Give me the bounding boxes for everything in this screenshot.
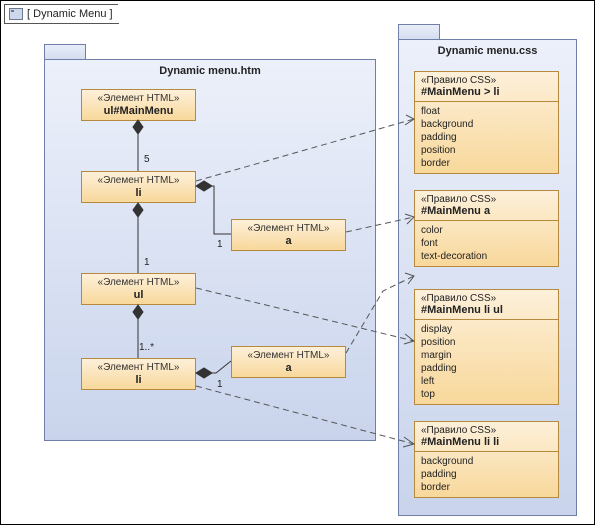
rule-mainmenu-li-li[interactable]: «Правило CSS»#MainMenu li li backgroundp… [414, 421, 559, 498]
frame-title: [ Dynamic Menu ] [27, 8, 113, 20]
class-li-2[interactable]: «Элемент HTML» li [81, 358, 196, 390]
package-htm-title: Dynamic menu.htm [45, 60, 375, 82]
package-css-title: Dynamic menu.css [399, 40, 576, 62]
frame-tab: [ Dynamic Menu ] [4, 4, 119, 24]
class-li-1[interactable]: «Элемент HTML» li [81, 171, 196, 203]
multiplicity-1star: 1..* [139, 342, 154, 353]
multiplicity-1b: 1 [144, 257, 150, 268]
multiplicity-5: 5 [144, 154, 150, 165]
rule-mainmenu-li[interactable]: «Правило CSS»#MainMenu > li floatbackgro… [414, 71, 559, 174]
rule-mainmenu-a[interactable]: «Правило CSS»#MainMenu a colorfonttext-d… [414, 190, 559, 267]
rule-mainmenu-li-ul[interactable]: «Правило CSS»#MainMenu li ul displayposi… [414, 289, 559, 405]
rule-mainmenu-li-props: floatbackgroundpaddingpositionborder [415, 102, 558, 173]
class-a-2[interactable]: «Элемент HTML» a [231, 346, 346, 378]
rule-mainmenu-li-li-props: backgroundpaddingborder [415, 452, 558, 497]
class-ul-mainmenu[interactable]: «Элемент HTML» ul#MainMenu [81, 89, 196, 121]
class-a-1[interactable]: «Элемент HTML» a [231, 219, 346, 251]
class-ul-sub[interactable]: «Элемент HTML» ul [81, 273, 196, 305]
rule-mainmenu-a-props: colorfonttext-decoration [415, 221, 558, 266]
multiplicity-1a: 1 [217, 239, 223, 250]
rule-mainmenu-li-ul-props: displaypositionmarginpaddinglefttop [415, 320, 558, 404]
package-icon [9, 8, 23, 20]
multiplicity-1d: 1 [217, 379, 223, 390]
diagram-canvas: [ Dynamic Menu ] Dynamic menu.htm Dynami… [0, 0, 595, 525]
